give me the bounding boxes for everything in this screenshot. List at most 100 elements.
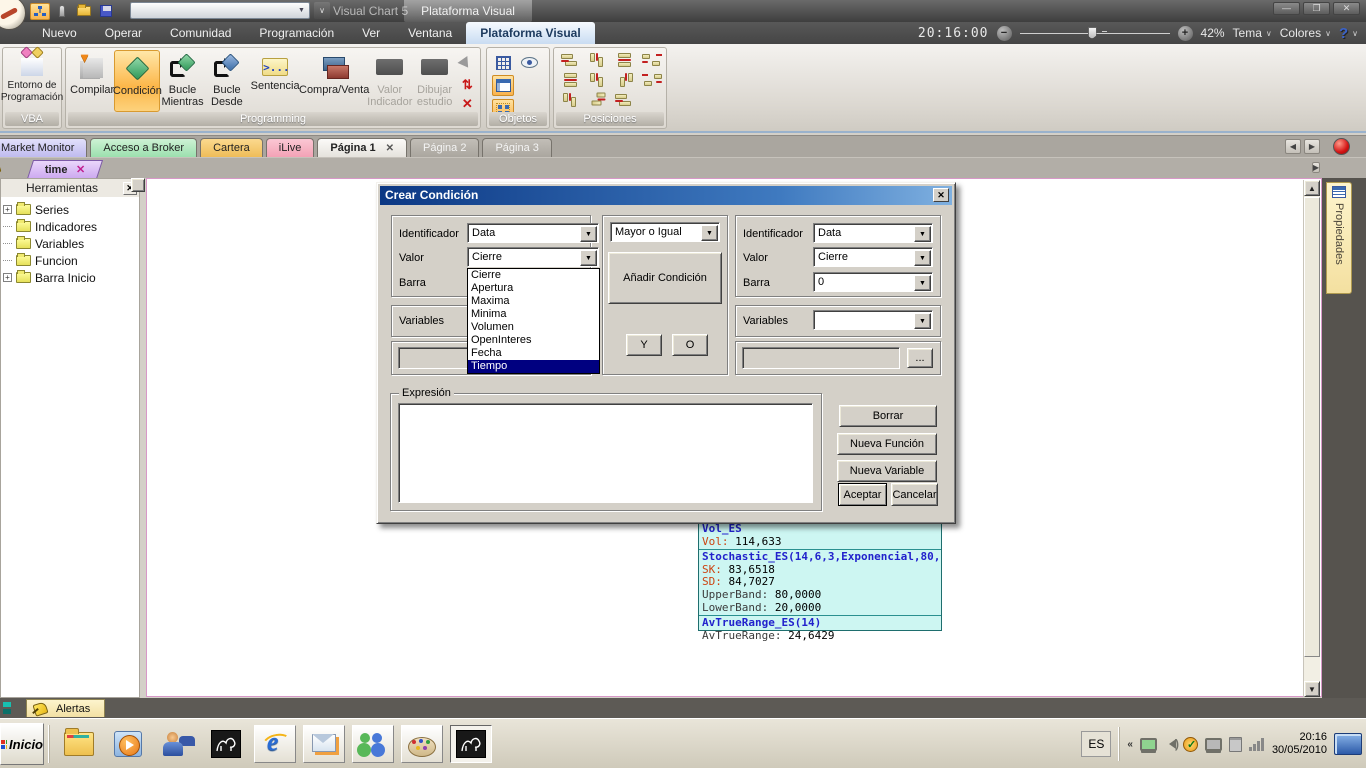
minimize-button[interactable]: — [1273, 2, 1300, 15]
menu-ver[interactable]: Ver [348, 22, 394, 44]
mail-launcher[interactable] [303, 725, 345, 763]
align-center-h-icon[interactable] [615, 53, 635, 68]
tab-pagina1[interactable]: Página 1✕ [317, 138, 407, 158]
tab-scroll-left-button[interactable]: ◀ [1285, 139, 1301, 154]
combo-arrow-icon[interactable]: ▼ [701, 225, 718, 241]
visualchart-active-task[interactable] [450, 725, 492, 763]
restore-button[interactable]: ❐ [1303, 2, 1330, 15]
tab-market-monitor[interactable]: Market Monitor [0, 138, 87, 158]
start-button[interactable]: Inicio [0, 723, 44, 765]
expresion-textarea[interactable] [398, 403, 813, 503]
close-button[interactable]: ✕ [1333, 2, 1360, 15]
tab-cartera[interactable]: Cartera [200, 138, 263, 158]
dropdown-option-volumen[interactable]: Volumen [468, 321, 599, 334]
align-left-icon[interactable] [561, 53, 581, 68]
propiedades-tab[interactable]: Propiedades [1326, 182, 1352, 294]
close-subtab-icon[interactable]: ✕ [76, 163, 85, 176]
align-middle-icon[interactable] [615, 73, 635, 88]
dropdown-option-minima[interactable]: Minima [468, 308, 599, 321]
scroll-down-icon[interactable]: ▼ [1304, 681, 1320, 697]
same-height-icon[interactable] [591, 91, 606, 111]
combo-arrow-icon[interactable]: ▼ [580, 226, 597, 242]
zoom-slider-thumb[interactable] [1088, 27, 1097, 39]
dropdown-option-cierre[interactable]: Cierre [468, 269, 599, 282]
volume-icon[interactable] [1164, 739, 1176, 749]
same-size-icon[interactable] [615, 93, 635, 108]
show-desktop-icon[interactable] [1334, 733, 1362, 755]
tree-view-button[interactable] [30, 3, 50, 20]
condicion-button[interactable]: Condición [114, 50, 160, 112]
tab-pagina3[interactable]: Página 3 [482, 138, 551, 158]
barra-combo-right[interactable]: 0▼ [813, 272, 933, 292]
identificador-combo-right[interactable]: Data▼ [813, 223, 933, 243]
operator-combo[interactable]: Mayor o Igual▼ [610, 222, 720, 242]
valor-combo-left[interactable]: Cierre▼ [467, 247, 599, 267]
internet-explorer-launcher[interactable] [254, 725, 296, 763]
splitter-button[interactable] [131, 178, 145, 192]
signal-strength-icon[interactable] [1249, 737, 1265, 751]
nueva-funcion-button[interactable]: Nueva Función [837, 433, 937, 455]
delete-tool-icon[interactable]: ✕ [462, 96, 473, 112]
visualchart-launcher[interactable] [205, 725, 247, 763]
scrollbar-thumb[interactable] [1304, 197, 1320, 657]
identificador-combo-left[interactable]: Data▼ [467, 223, 599, 243]
pin-button[interactable] [52, 3, 72, 20]
tab-pagina2[interactable]: Página 2 [410, 138, 479, 158]
browse-button[interactable]: ... [907, 348, 933, 368]
cancelar-button[interactable]: Cancelar [891, 483, 938, 506]
align-right-icon[interactable] [642, 53, 662, 68]
expand-icon[interactable]: + [3, 205, 12, 214]
resize-tool-icon[interactable]: ⇅ [462, 80, 473, 90]
o-button[interactable]: O [672, 334, 708, 356]
save-button[interactable] [96, 3, 116, 20]
entorno-programacion-button[interactable]: Entorno de Programación [3, 48, 61, 110]
valor-combo-right[interactable]: Cierre▼ [813, 247, 933, 267]
scroll-up-icon[interactable]: ▲ [1304, 180, 1320, 196]
removable-device-icon[interactable] [1229, 737, 1242, 752]
record-sphere-icon[interactable] [1333, 138, 1350, 155]
help-dropdown[interactable]: ?∨ [1339, 25, 1358, 42]
panel-view-button[interactable] [492, 75, 514, 96]
valor-indicador-button[interactable]: Valor Indicador [367, 50, 412, 112]
visibility-button[interactable] [518, 52, 540, 73]
language-indicator[interactable]: ES [1081, 731, 1111, 757]
menu-comunidad[interactable]: Comunidad [156, 22, 245, 44]
clock-date[interactable]: 20:16 30/05/2010 [1272, 731, 1327, 757]
canvas-vertical-scrollbar[interactable]: ▲ ▼ [1303, 180, 1320, 697]
nueva-variable-button[interactable]: Nueva Variable [837, 460, 937, 482]
zoom-out-button[interactable]: − [997, 26, 1012, 41]
bucle-mientras-button[interactable]: Bucle Mientras [160, 50, 204, 112]
anadir-condicion-button[interactable]: Añadir Condición [608, 252, 722, 304]
dropdown-option-tiempo-selected[interactable]: Tiempo [468, 360, 599, 373]
zoom-in-button[interactable]: + [1178, 26, 1193, 41]
update-status-icon[interactable] [1183, 737, 1198, 752]
right-expression-field[interactable] [742, 347, 900, 369]
colores-dropdown[interactable]: Colores∨ [1280, 26, 1331, 40]
align-top-icon[interactable] [588, 53, 608, 68]
tab-scroll-right-button[interactable]: ▶ [1304, 139, 1320, 154]
align-bottom-icon[interactable] [642, 73, 662, 88]
msn-launcher[interactable] [156, 725, 198, 763]
tree-item-funcion[interactable]: Funcion [1, 252, 97, 269]
compilar-button[interactable]: Compilar [70, 50, 114, 112]
dropdown-option-maxima[interactable]: Maxima [468, 295, 599, 308]
distribute-v-icon[interactable] [588, 73, 608, 88]
aceptar-button[interactable]: Aceptar [838, 483, 887, 506]
dropdown-option-apertura[interactable]: Apertura [468, 282, 599, 295]
menu-ventana[interactable]: Ventana [394, 22, 466, 44]
tab-acceso-broker[interactable]: Acceso a Broker [90, 138, 197, 158]
dropdown-option-fecha[interactable]: Fecha [468, 347, 599, 360]
display-icon[interactable] [1205, 738, 1222, 751]
alertas-tab[interactable]: Alertas [26, 699, 105, 717]
dialog-titlebar[interactable]: Crear Condición ✕ [380, 186, 952, 205]
tree-item-variables[interactable]: Variables [1, 235, 97, 252]
media-player-launcher[interactable] [107, 725, 149, 763]
zoom-slider[interactable] [1020, 26, 1170, 40]
explorer-launcher[interactable] [58, 725, 100, 763]
alert-bell-icon[interactable] [0, 160, 1, 176]
dibujar-estudio-button[interactable]: Dibujar estudio [412, 50, 456, 112]
messenger-launcher[interactable] [352, 725, 394, 763]
compra-venta-button[interactable]: Compra/Venta [301, 50, 367, 112]
combo-arrow-icon[interactable]: ▼ [580, 250, 597, 266]
paint-launcher[interactable] [401, 725, 443, 763]
